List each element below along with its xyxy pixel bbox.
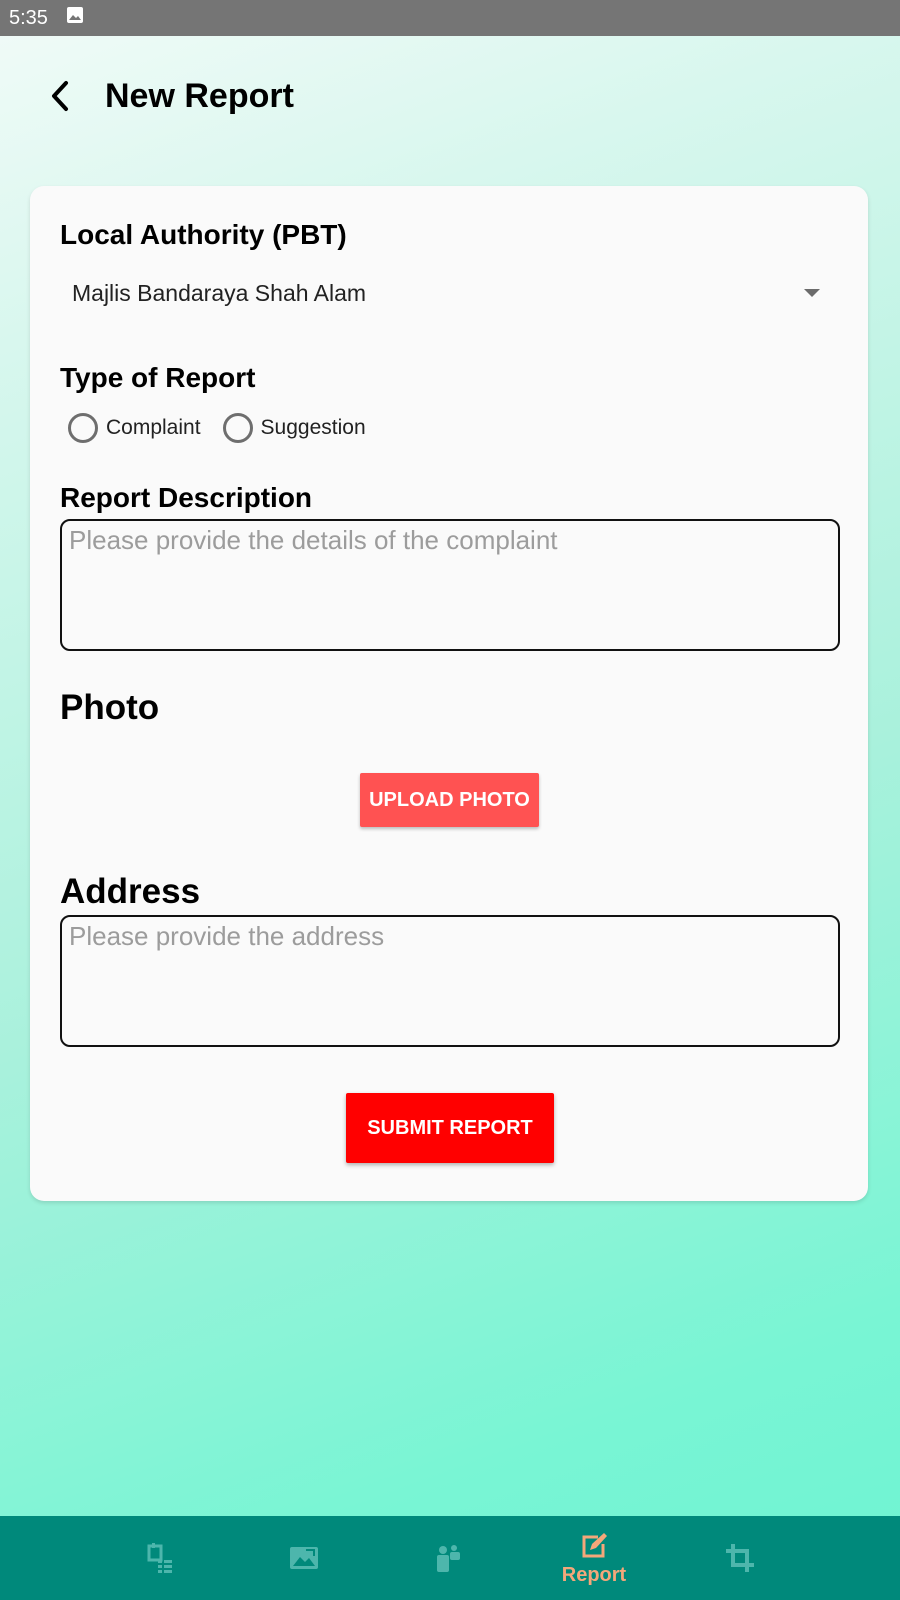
app-bar: New Report [0,36,900,160]
report-type-label: Type of Report [60,362,256,393]
nav-item-schedule[interactable] [110,1516,210,1600]
nav-item-gallery[interactable] [254,1516,354,1600]
back-button[interactable] [40,76,80,116]
image-icon [66,6,84,30]
status-time: 5:35 [9,6,48,29]
people-icon [437,1545,460,1572]
nav-item-crop[interactable] [690,1516,790,1600]
report-description-label: Report Description [60,482,313,513]
nav-item-people[interactable] [398,1516,498,1600]
radio-suggestion-label: Suggestion [260,416,366,439]
list-schedule-icon [147,1543,172,1573]
report-description-input[interactable] [60,519,840,651]
dropdown-arrow-icon [804,289,820,297]
local-authority-dropdown[interactable]: Majlis Bandaraya Shah Alam [60,270,820,316]
radio-complaint-label: Complaint [106,416,201,439]
page-title: New Report [105,77,294,115]
report-type-radio-group: Complaint Suggestion [68,408,388,448]
radio-button-icon [68,413,98,443]
photo-section-title: Photo [60,688,160,727]
radio-suggestion[interactable]: Suggestion [222,413,366,443]
upload-photo-button[interactable]: UPLOAD PHOTO [360,773,539,827]
local-authority-selected: Majlis Bandaraya Shah Alam [72,279,367,306]
bottom-nav: Report [0,1516,900,1600]
crop-icon [726,1544,754,1572]
status-bar: 5:35 [0,0,900,36]
nav-item-report[interactable]: Report [544,1516,644,1600]
address-input[interactable] [60,915,840,1047]
report-edit-icon [582,1532,607,1557]
back-arrow-icon [52,81,68,111]
report-form-card: Local Authority (PBT) Majlis Bandaraya S… [30,186,868,1201]
address-section-title: Address [60,872,201,911]
nav-item-report-label: Report [561,1563,627,1586]
radio-complaint[interactable]: Complaint [68,413,201,443]
submit-report-button[interactable]: SUBMIT REPORT [346,1093,554,1163]
local-authority-label: Local Authority (PBT) [60,219,347,250]
radio-button-icon [222,413,253,443]
image-landscape-icon [290,1547,318,1569]
